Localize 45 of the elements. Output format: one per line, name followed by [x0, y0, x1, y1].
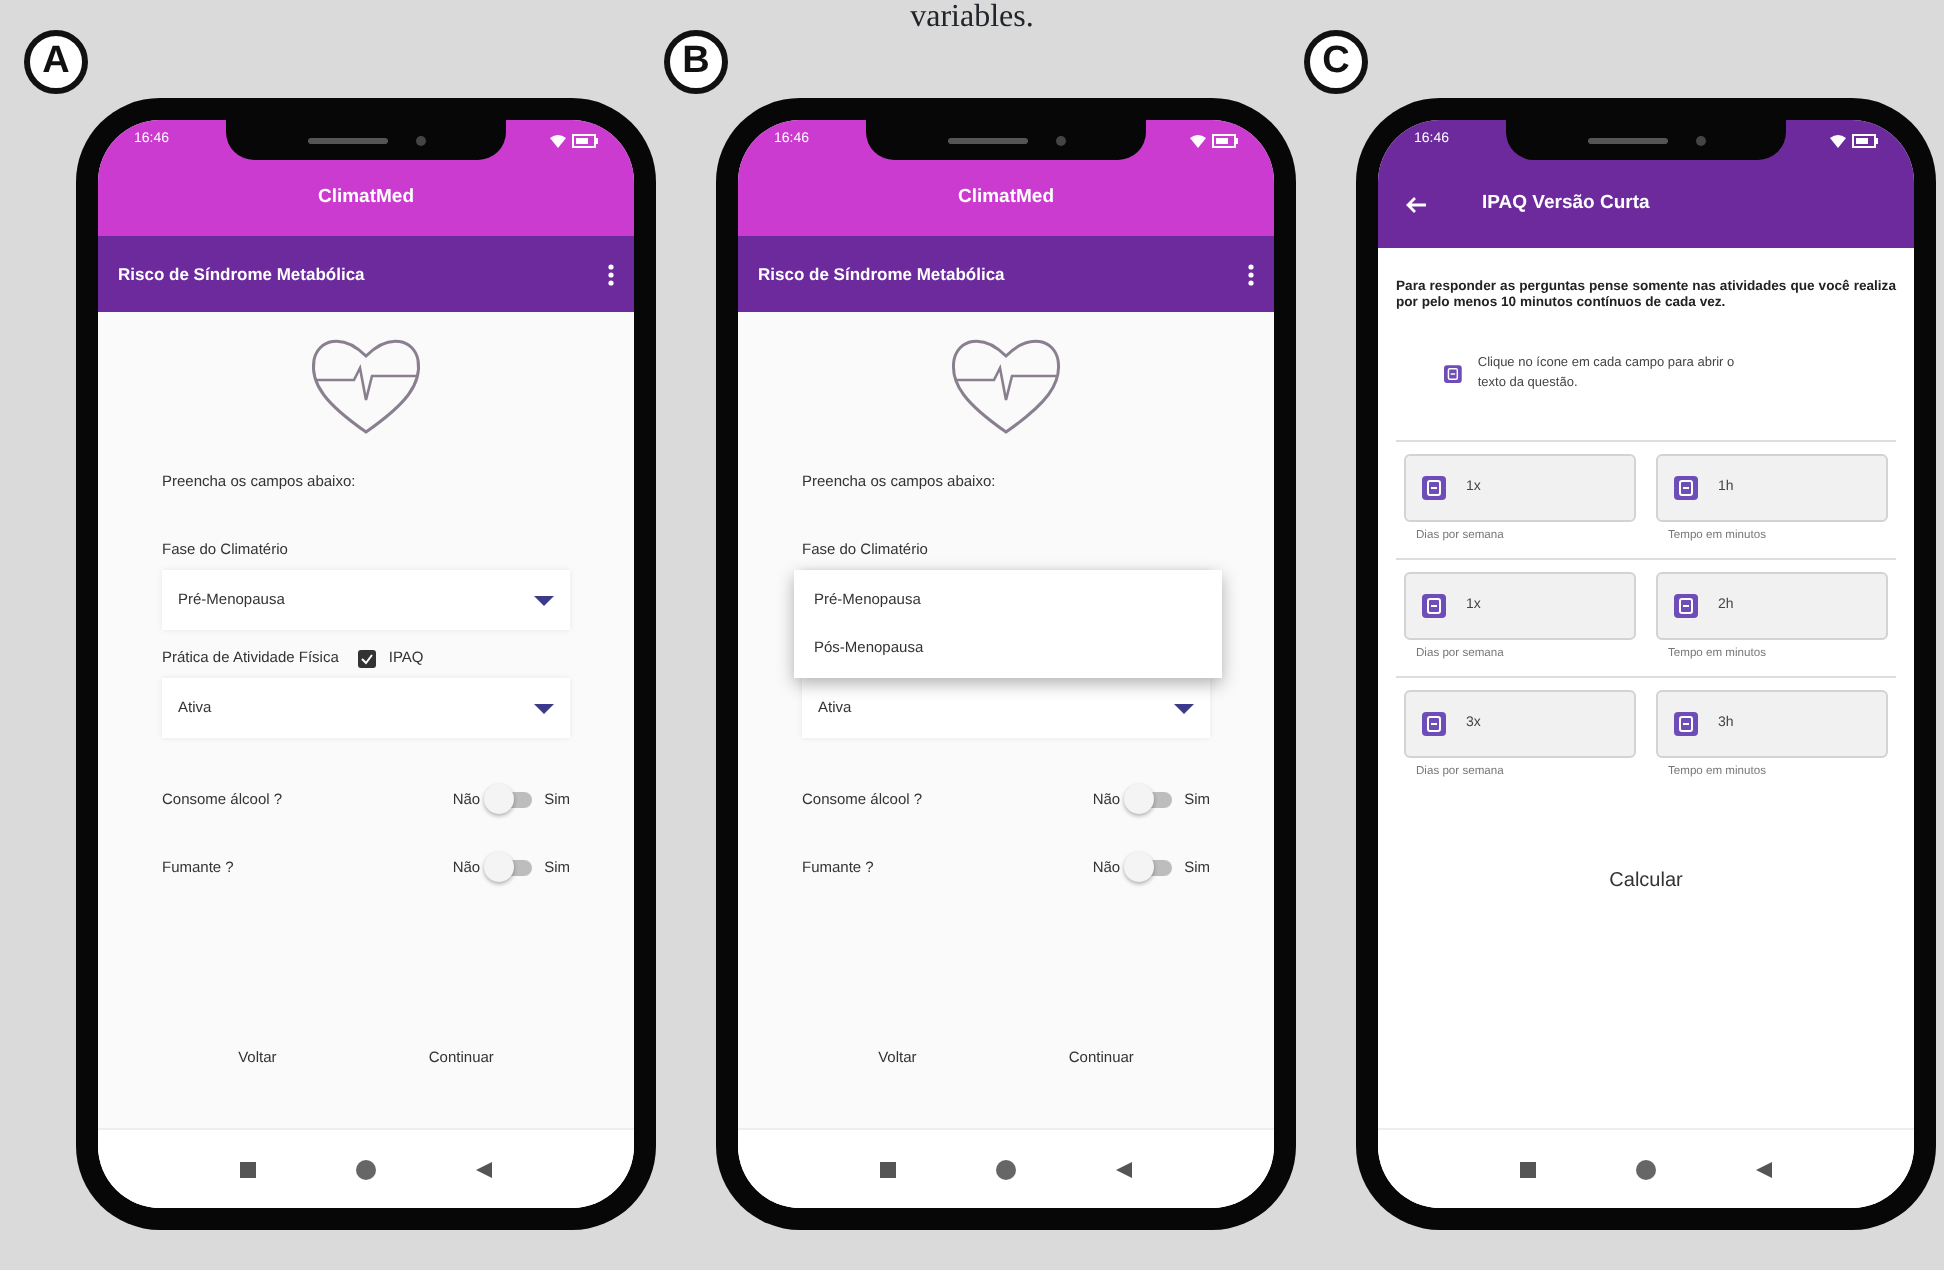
clipboard-icon[interactable]	[1422, 594, 1446, 619]
panel-label: A	[24, 30, 88, 94]
wifi-icon	[1190, 133, 1206, 147]
screen-title: IPAQ Versão Curta	[1482, 189, 1650, 218]
back-icon[interactable]	[1756, 1161, 1772, 1177]
wifi-icon	[550, 133, 566, 147]
camera-dot	[415, 135, 425, 145]
clipboard-icon[interactable]	[1674, 711, 1698, 736]
calculate-button[interactable]: Calcular	[1589, 853, 1703, 908]
home-icon[interactable]	[1636, 1159, 1656, 1179]
app-title: ClimatMed	[315, 183, 417, 212]
back-arrow-icon[interactable]	[1406, 195, 1426, 213]
back-icon[interactable]	[476, 1161, 492, 1177]
more-options-icon[interactable]	[1248, 263, 1254, 285]
checkbox-icon	[358, 649, 377, 668]
clipboard-icon	[1444, 361, 1462, 386]
screen-title: Risco de Síndrome Metabólica	[118, 261, 365, 287]
clipboard-icon[interactable]	[1422, 476, 1446, 501]
battery-icon	[1212, 133, 1238, 147]
home-icon[interactable]	[996, 1159, 1016, 1179]
caret-down-icon	[534, 703, 554, 714]
clipboard-icon[interactable]	[1674, 476, 1698, 501]
panel-label: C	[1304, 30, 1368, 94]
camera-dot	[1695, 135, 1705, 145]
battery-icon	[572, 133, 598, 147]
recent-apps-icon[interactable]	[880, 1161, 896, 1177]
panel-label: B	[664, 30, 728, 94]
wifi-icon	[1830, 133, 1846, 147]
more-options-icon[interactable]	[608, 263, 614, 285]
back-icon[interactable]	[1116, 1161, 1132, 1177]
screen-title: Risco de Síndrome Metabólica	[758, 261, 1005, 287]
speaker-grille	[307, 137, 387, 143]
caret-down-icon	[1174, 703, 1194, 714]
home-icon[interactable]	[356, 1159, 376, 1179]
speaker-grille	[1587, 137, 1667, 143]
caption-text: variables.	[908, 0, 1036, 34]
camera-dot	[1055, 135, 1065, 145]
speaker-grille	[947, 137, 1027, 143]
caret-down-icon	[534, 595, 554, 606]
battery-icon	[1852, 133, 1878, 147]
clipboard-icon[interactable]	[1422, 711, 1446, 736]
recent-apps-icon[interactable]	[1520, 1161, 1536, 1177]
app-title: ClimatMed	[955, 183, 1057, 212]
recent-apps-icon[interactable]	[240, 1161, 256, 1177]
clipboard-icon[interactable]	[1674, 594, 1698, 619]
